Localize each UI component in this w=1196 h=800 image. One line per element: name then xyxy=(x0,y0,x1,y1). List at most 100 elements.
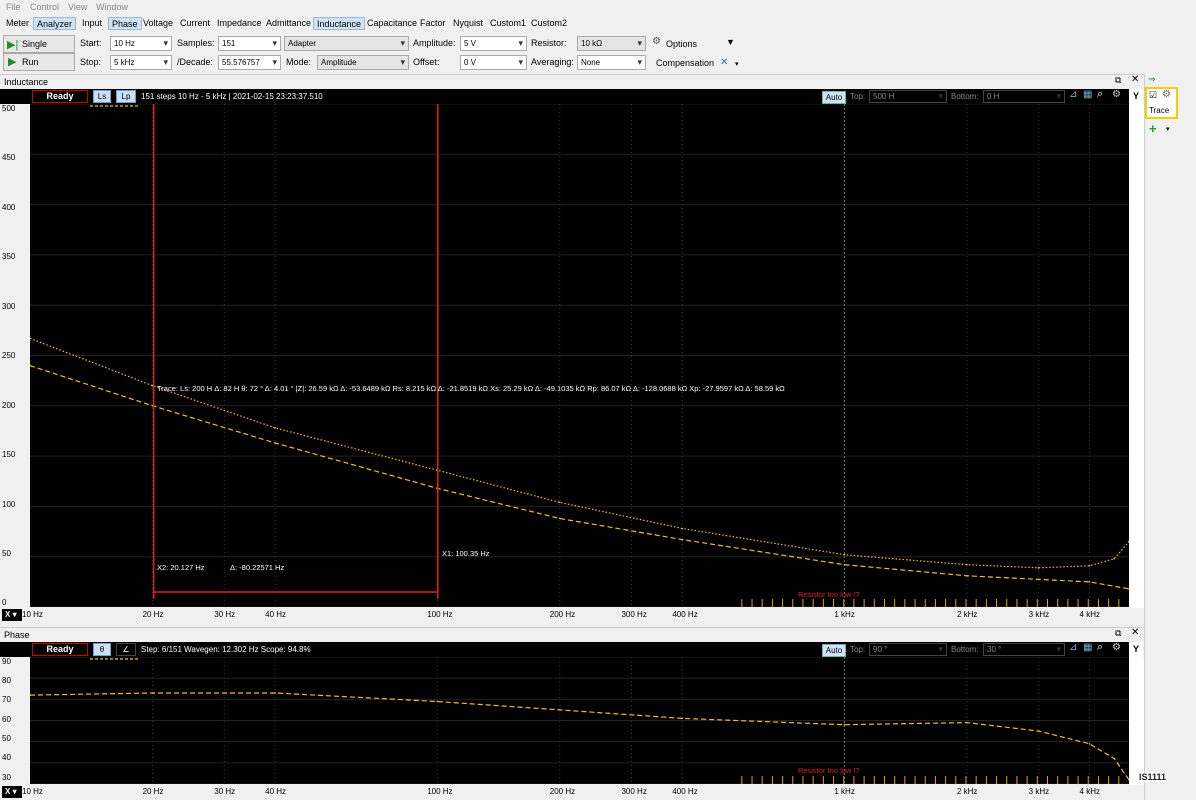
tab-voltage[interactable]: Voltage xyxy=(140,17,176,30)
data-point xyxy=(274,442,276,444)
phase-x-axis-button[interactable]: X ▾ xyxy=(2,786,22,798)
data-point xyxy=(274,427,276,429)
tab-meter[interactable]: Meter xyxy=(3,17,32,30)
phase-y-axis-button[interactable]: Y xyxy=(1129,642,1143,657)
data-point xyxy=(1037,566,1040,569)
data-point xyxy=(681,527,684,530)
inductance-y-axis: 500 450 400 350 300 250 200 150 100 50 0 xyxy=(0,104,30,608)
menu-control[interactable]: Control xyxy=(30,2,59,12)
phase-top-field[interactable]: 90 ° xyxy=(869,643,947,656)
inductance-plot[interactable]: Trace: Ls: 200 H Δ: 82 H θ: 72 ° Δ: 4.01… xyxy=(30,104,1129,607)
zoom-icon[interactable]: ⌕ xyxy=(1097,641,1103,654)
run-button[interactable]: ▶ Run xyxy=(3,53,75,71)
samples-field[interactable]: 151 xyxy=(218,36,281,51)
inductance-x-axis-button[interactable]: X ▾ xyxy=(2,609,22,621)
y-tick: 500 xyxy=(2,104,16,113)
arrow-right-icon[interactable]: ⇒ xyxy=(1148,74,1156,85)
zoom-icon[interactable]: ⌕ xyxy=(1097,88,1103,101)
x-tick-label: 100 Hz xyxy=(427,787,453,796)
restore-icon[interactable]: ⧉ xyxy=(1115,75,1121,86)
chart-scale-icon[interactable]: ⊿ xyxy=(1069,642,1077,653)
theta-button[interactable]: θ xyxy=(93,643,111,656)
compensation-dropdown-icon[interactable]: ▾ xyxy=(735,60,739,68)
x-tick-label: 200 Hz xyxy=(549,610,576,619)
resistor-select[interactable]: 10 kΩ xyxy=(577,36,646,51)
x-tick-label: 2 kHz xyxy=(956,610,978,619)
phase-top-label: Top: xyxy=(850,645,866,654)
x-tick-label: 4 kHz xyxy=(1079,610,1100,619)
menu-window[interactable]: Window xyxy=(96,2,128,12)
inductance-auto-button[interactable]: Auto xyxy=(822,91,846,104)
data-point xyxy=(1037,730,1040,732)
x-tick-label: 30 Hz xyxy=(214,787,236,796)
restore-icon[interactable]: ⧉ xyxy=(1115,628,1121,639)
inductance-unit: H xyxy=(10,91,16,100)
close-icon[interactable]: ✕ xyxy=(1131,74,1139,85)
mode-label: Mode: xyxy=(286,57,312,67)
add-trace-icon[interactable]: + xyxy=(1149,121,1157,136)
tab-admittance[interactable]: Admittance xyxy=(263,17,314,30)
chart-settings-icon[interactable]: ⚙ xyxy=(1112,642,1121,653)
x-tick-label: 4 kHz xyxy=(1079,787,1100,796)
data-point xyxy=(966,721,968,724)
offset-field[interactable]: 0 V xyxy=(460,55,527,70)
tab-nyquist[interactable]: Nyquist xyxy=(450,17,486,30)
y-tick: 350 xyxy=(2,252,16,261)
chart-fit-icon[interactable]: ▦ xyxy=(1083,89,1092,100)
tab-current[interactable]: Current xyxy=(177,17,213,30)
close-icon[interactable]: ✕ xyxy=(1131,627,1139,638)
samples-label: Samples: xyxy=(177,38,215,48)
x-tick-label: 3 kHz xyxy=(1028,610,1050,619)
adapter-select[interactable]: Adapter xyxy=(284,36,409,51)
per-decade-field[interactable]: 55.576757 xyxy=(218,55,281,70)
wrench-icon[interactable]: ✕ xyxy=(720,57,728,68)
trace-button[interactable]: ☑ ⚙ Trace xyxy=(1145,87,1178,119)
tab-input[interactable]: Input xyxy=(79,17,105,30)
stop-frequency-field[interactable]: 5 kHz xyxy=(110,55,172,70)
phase-auto-button[interactable]: Auto xyxy=(822,644,846,657)
phase-bottom-field[interactable]: 30 ° xyxy=(983,643,1065,656)
tab-capacitance[interactable]: Capacitance xyxy=(364,17,420,30)
data-point xyxy=(1088,742,1091,745)
tab-factor[interactable]: Factor xyxy=(417,17,449,30)
add-trace-dropdown-icon[interactable]: ▾ xyxy=(1166,125,1170,133)
inductance-top-field[interactable]: 500 H xyxy=(869,90,947,103)
tab-inductance[interactable]: Inductance xyxy=(313,17,366,30)
chart-settings-icon[interactable]: ⚙ xyxy=(1112,89,1121,100)
chart-scale-icon[interactable]: ⊿ xyxy=(1069,89,1077,100)
menu-view[interactable]: View xyxy=(68,2,87,12)
options-dropdown-icon[interactable]: ▼ xyxy=(726,37,735,47)
single-button[interactable]: ▶| Single xyxy=(3,35,75,53)
ls-button[interactable]: Ls xyxy=(93,90,111,103)
offset-label: Offset: xyxy=(413,57,440,67)
tab-custom1[interactable]: Custom1 xyxy=(487,17,529,30)
x-tick-label: 200 Hz xyxy=(549,787,576,796)
phase-chart xyxy=(30,657,1129,784)
x-tick-label: 30 Hz xyxy=(214,610,236,619)
start-frequency-field[interactable]: 10 Hz xyxy=(110,36,172,51)
x-tick-label: 20 Hz xyxy=(142,787,164,796)
mode-select[interactable]: Amplitude xyxy=(317,55,409,70)
tab-phase[interactable]: Phase xyxy=(108,17,142,30)
angle-button[interactable]: ∠ xyxy=(116,643,136,656)
inductance-y-axis-button[interactable]: Y xyxy=(1129,89,1143,104)
chart-fit-icon[interactable]: ▦ xyxy=(1083,642,1092,653)
inductance-bottom-field[interactable]: 0 H xyxy=(983,90,1065,103)
run-button-label: Run xyxy=(22,57,39,67)
tab-analyzer[interactable]: Analyzer xyxy=(33,17,77,30)
averaging-select[interactable]: None xyxy=(577,55,646,70)
phase-plot[interactable]: Resistor too low !? xyxy=(30,657,1129,784)
gear-icon[interactable]: ⚙ xyxy=(652,36,661,47)
x-tick-label: 400 Hz xyxy=(672,610,698,619)
menu-file[interactable]: File xyxy=(6,2,21,12)
y-tick: 250 xyxy=(2,351,16,360)
resistor-label: Resistor: xyxy=(531,38,567,48)
amplitude-field[interactable]: 5 V xyxy=(460,36,527,51)
y-tick: 400 xyxy=(2,203,16,212)
tab-impedance[interactable]: Impedance xyxy=(214,17,265,30)
tab-custom2[interactable]: Custom2 xyxy=(528,17,570,30)
options-button[interactable]: Options xyxy=(666,39,697,49)
lp-button[interactable]: Lp xyxy=(116,90,136,103)
x-tick-label: 20 Hz xyxy=(142,610,164,619)
data-point xyxy=(966,563,968,566)
